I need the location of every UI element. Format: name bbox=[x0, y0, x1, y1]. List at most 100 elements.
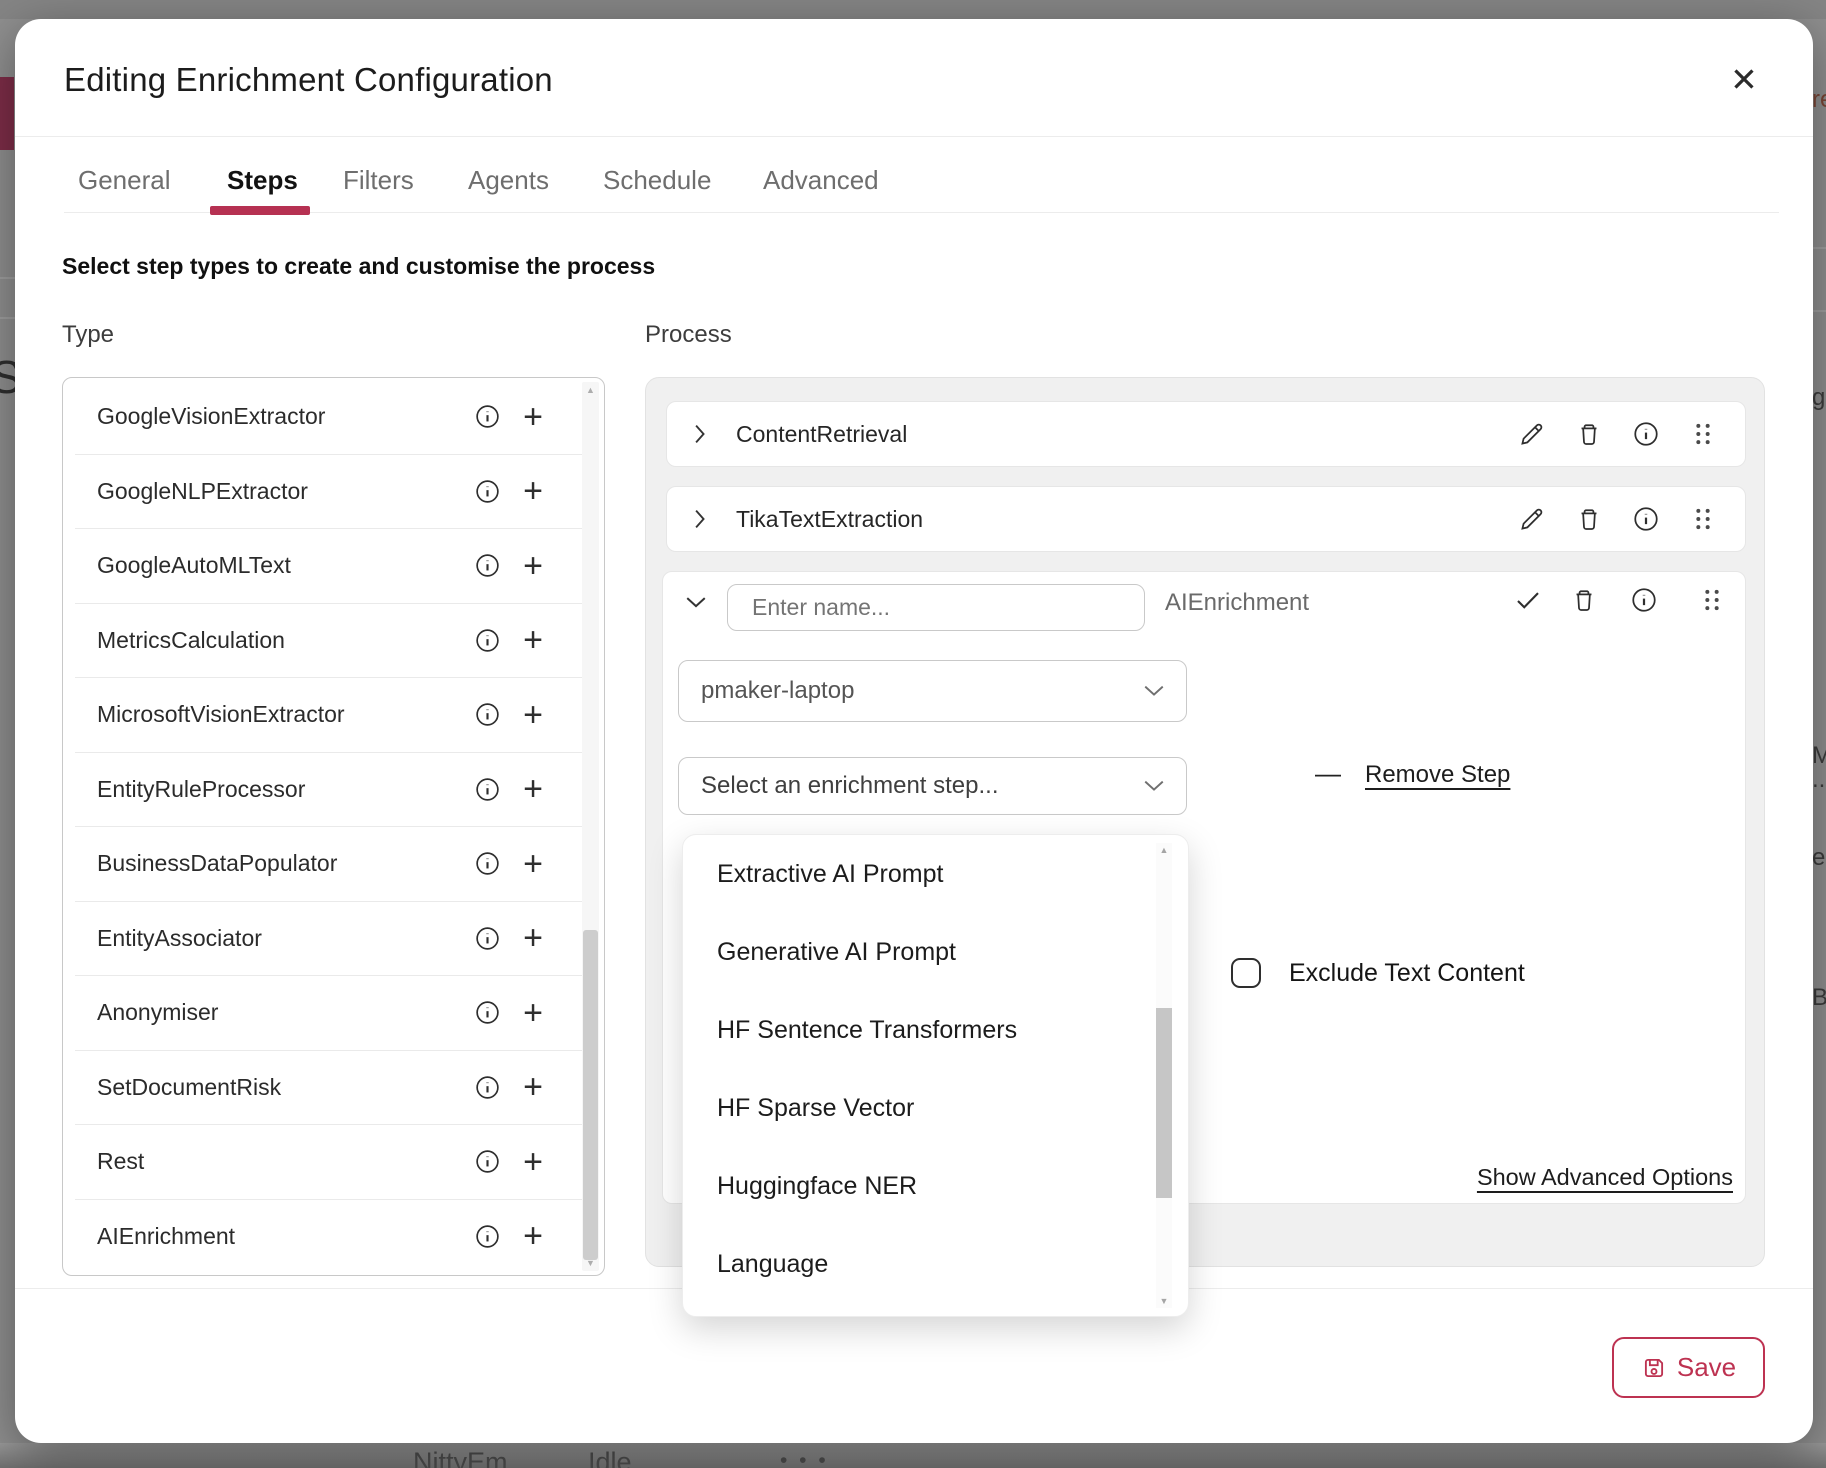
dropdown-option[interactable]: Generative AI Prompt bbox=[683, 913, 1143, 991]
process-step-tikatextextraction: TikaTextExtraction bbox=[666, 486, 1746, 552]
background-line bbox=[0, 317, 15, 319]
info-icon[interactable] bbox=[473, 403, 501, 431]
tab-general[interactable]: General bbox=[78, 165, 171, 196]
dropdown-option[interactable]: Huggingface NER bbox=[683, 1147, 1143, 1225]
scrollbar-thumb[interactable] bbox=[1156, 1008, 1172, 1198]
drag-handle-icon[interactable] bbox=[1688, 504, 1718, 534]
add-step-icon[interactable]: + bbox=[519, 477, 547, 505]
step-type-label: Anonymiser bbox=[97, 999, 473, 1026]
tab-filters[interactable]: Filters bbox=[343, 165, 414, 196]
scroll-down-icon[interactable]: ▼ bbox=[582, 1258, 599, 1268]
info-icon[interactable] bbox=[1629, 585, 1659, 615]
background-top-strip bbox=[0, 0, 1826, 19]
close-icon[interactable]: ✕ bbox=[1721, 57, 1767, 103]
tab-advanced[interactable]: Advanced bbox=[763, 165, 879, 196]
step-type-label: SetDocumentRisk bbox=[97, 1074, 473, 1101]
dropdown-option[interactable]: Extractive AI Prompt bbox=[683, 835, 1143, 913]
info-icon[interactable] bbox=[473, 701, 501, 729]
info-icon[interactable] bbox=[1631, 419, 1661, 449]
delete-icon[interactable] bbox=[1574, 419, 1604, 449]
background-text-fragment: B bbox=[1812, 984, 1826, 1012]
add-step-icon[interactable]: + bbox=[519, 1148, 547, 1176]
chevron-down-icon[interactable] bbox=[685, 596, 707, 612]
step-type-label: AIEnrichment bbox=[97, 1223, 473, 1250]
list-item: AIEnrichment + bbox=[75, 1199, 592, 1274]
info-icon[interactable] bbox=[473, 552, 501, 580]
process-step-contentretrieval: ContentRetrieval bbox=[666, 401, 1746, 467]
agent-select[interactable]: pmaker-laptop bbox=[678, 660, 1187, 722]
info-icon[interactable] bbox=[473, 1148, 501, 1176]
dialog-title: Editing Enrichment Configuration bbox=[64, 61, 553, 99]
edit-icon[interactable] bbox=[1517, 504, 1547, 534]
scroll-up-icon[interactable]: ▲ bbox=[582, 385, 599, 395]
info-icon[interactable] bbox=[473, 775, 501, 803]
enrichment-step-select[interactable]: Select an enrichment step... bbox=[678, 757, 1187, 815]
info-icon[interactable] bbox=[473, 999, 501, 1027]
background-line bbox=[1813, 310, 1826, 312]
list-item: Rest+ bbox=[75, 1124, 592, 1199]
dropdown-option[interactable]: Language bbox=[683, 1225, 1143, 1303]
tab-schedule[interactable]: Schedule bbox=[603, 165, 711, 196]
show-advanced-options-link[interactable]: Show Advanced Options bbox=[1477, 1164, 1733, 1191]
add-step-icon[interactable]: + bbox=[519, 552, 547, 580]
add-step-icon[interactable]: + bbox=[519, 775, 547, 803]
background-text-fragment: ... bbox=[1812, 766, 1826, 794]
step-type-label: EntityRuleProcessor bbox=[97, 776, 473, 803]
add-step-icon[interactable]: + bbox=[519, 701, 547, 729]
list-item: MetricsCalculation + bbox=[75, 603, 592, 678]
edit-icon[interactable] bbox=[1517, 419, 1547, 449]
add-step-icon[interactable]: + bbox=[519, 850, 547, 878]
info-icon[interactable] bbox=[473, 924, 501, 952]
info-icon[interactable] bbox=[473, 1073, 501, 1101]
chevron-down-icon bbox=[1144, 780, 1164, 792]
type-list-scrollbar[interactable]: ▲ ▼ bbox=[582, 382, 599, 1271]
step-type-label: MicrosoftVisionExtractor bbox=[97, 701, 473, 728]
step-name: ContentRetrieval bbox=[736, 421, 1517, 448]
process-column-label: Process bbox=[645, 321, 732, 349]
chevron-down-icon bbox=[1144, 685, 1164, 697]
dropdown-scrollbar[interactable]: ▲ ▼ bbox=[1156, 843, 1172, 1308]
enrichment-step-dropdown: Extractive AI Prompt Generative AI Promp… bbox=[682, 834, 1189, 1317]
drag-handle-icon[interactable] bbox=[1697, 585, 1727, 615]
add-step-icon[interactable]: + bbox=[519, 403, 547, 431]
info-icon[interactable] bbox=[473, 1222, 501, 1250]
add-step-icon[interactable]: + bbox=[519, 1222, 547, 1250]
add-step-icon[interactable]: + bbox=[519, 626, 547, 654]
info-icon[interactable] bbox=[473, 850, 501, 878]
drag-handle-icon[interactable] bbox=[1688, 419, 1718, 449]
type-column-label: Type bbox=[62, 321, 114, 349]
step-type-label: EntityAssociator bbox=[97, 925, 473, 952]
remove-step-button[interactable]: Remove Step bbox=[1361, 761, 1514, 789]
delete-icon[interactable] bbox=[1574, 504, 1604, 534]
tab-steps[interactable]: Steps bbox=[227, 165, 298, 196]
step-type-label: MetricsCalculation bbox=[97, 627, 473, 654]
step-name-input[interactable] bbox=[727, 584, 1145, 631]
save-button[interactable]: Save bbox=[1612, 1337, 1765, 1398]
chevron-right-icon[interactable] bbox=[694, 424, 706, 444]
add-step-icon[interactable]: + bbox=[519, 924, 547, 952]
chevron-right-icon[interactable] bbox=[694, 509, 706, 529]
list-item: EntityAssociator + bbox=[75, 901, 592, 976]
confirm-check-icon[interactable] bbox=[1513, 585, 1543, 615]
scrollbar-thumb[interactable] bbox=[583, 930, 598, 1260]
dropdown-option[interactable]: HF Sentence Transformers bbox=[683, 991, 1143, 1069]
step-type-label: GoogleAutoMLText bbox=[97, 552, 473, 579]
info-icon[interactable] bbox=[473, 477, 501, 505]
add-step-icon[interactable]: + bbox=[519, 1073, 547, 1101]
dropdown-option[interactable]: HF Sparse Vector bbox=[683, 1069, 1143, 1147]
delete-icon[interactable] bbox=[1569, 585, 1599, 615]
steps-subtitle: Select step types to create and customis… bbox=[62, 253, 655, 280]
list-item: BusinessDataPopulator+ bbox=[75, 826, 592, 901]
scroll-up-icon[interactable]: ▲ bbox=[1156, 845, 1172, 855]
tab-agents[interactable]: Agents bbox=[468, 165, 549, 196]
exclude-text-content-checkbox[interactable] bbox=[1231, 958, 1261, 988]
background-row-menu: • • • bbox=[780, 1449, 829, 1468]
list-item: GoogleVisionExtractor+ bbox=[75, 380, 592, 454]
background-text-fragment: re bbox=[1812, 86, 1826, 114]
save-button-label: Save bbox=[1677, 1352, 1736, 1383]
add-step-icon[interactable]: + bbox=[519, 999, 547, 1027]
active-tab-indicator bbox=[210, 206, 310, 215]
scroll-down-icon[interactable]: ▼ bbox=[1156, 1296, 1172, 1306]
info-icon[interactable] bbox=[473, 626, 501, 654]
info-icon[interactable] bbox=[1631, 504, 1661, 534]
